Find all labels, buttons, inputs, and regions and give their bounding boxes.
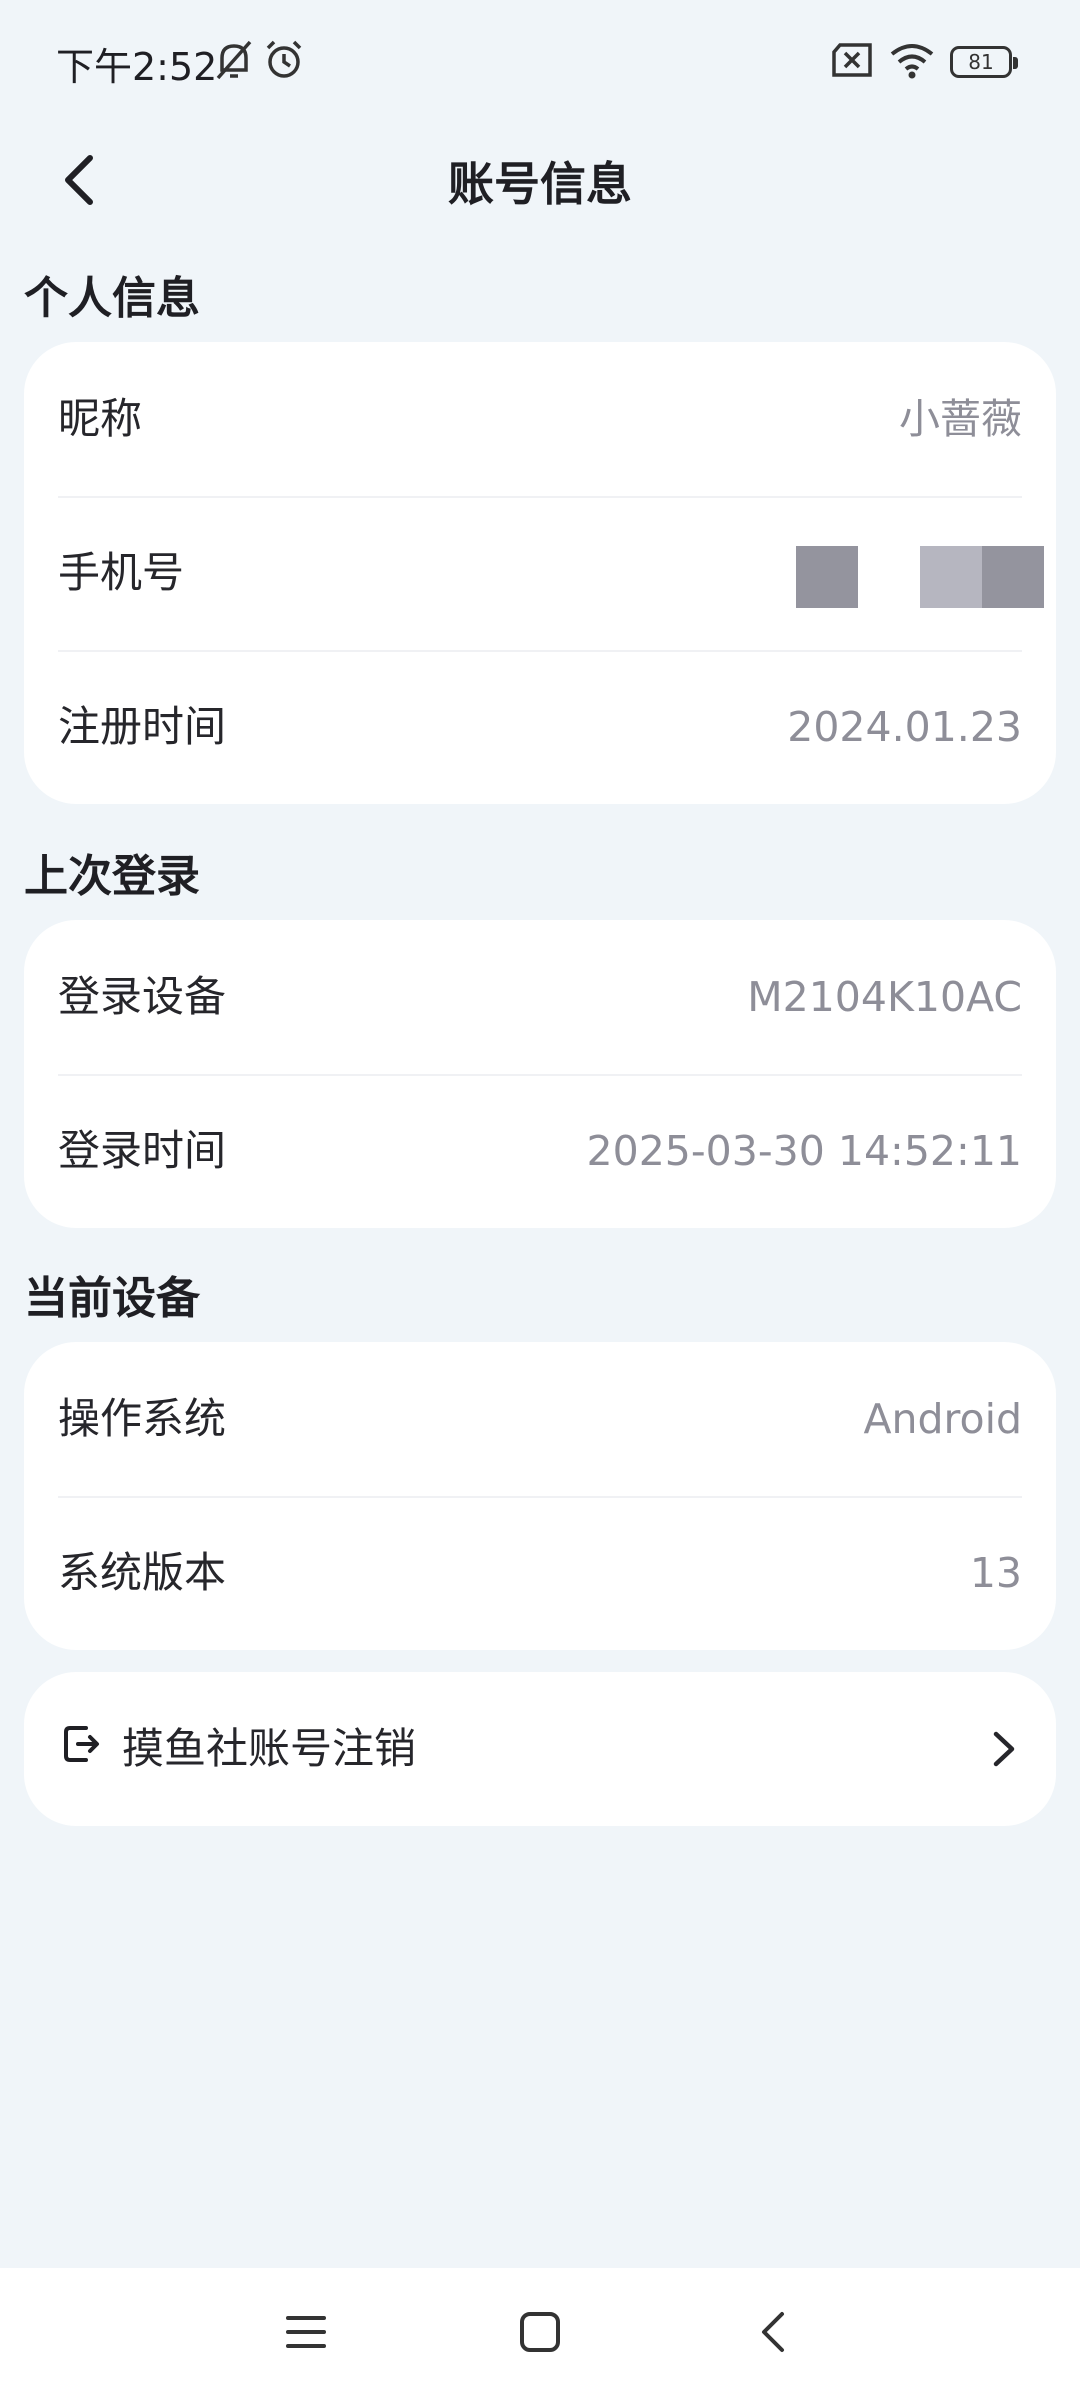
- wifi-icon: [888, 40, 936, 84]
- phone-label: 手机号: [58, 548, 185, 597]
- page-title: 账号信息: [448, 157, 632, 211]
- login-time-label: 登录时间: [58, 1126, 227, 1175]
- os-version-row: 系统版本 13: [24, 1496, 1056, 1650]
- current-device-card: 操作系统 Android 系统版本 13: [24, 1342, 1056, 1650]
- login-time-value: 2025-03-30 14:52:11: [586, 1127, 1022, 1175]
- personal-info-card: 昵称 小蔷薇 手机号 注册时间 2024.01.23: [24, 342, 1056, 804]
- back-icon[interactable]: [750, 2308, 798, 2360]
- os-value: Android: [863, 1395, 1022, 1443]
- os-label: 操作系统: [58, 1394, 227, 1443]
- account-deletion-label: 摸鱼社账号注销: [122, 1724, 417, 1773]
- os-version-value: 13: [969, 1549, 1022, 1597]
- login-device-label: 登录设备: [58, 972, 227, 1021]
- status-bar: 下午2:52 81: [0, 0, 1080, 120]
- login-time-row: 登录时间 2025-03-30 14:52:11: [24, 1074, 1056, 1228]
- nickname-value: 小蔷薇: [899, 395, 1022, 443]
- os-version-label: 系统版本: [58, 1548, 227, 1597]
- login-device-value: M2104K10AC: [747, 973, 1022, 1021]
- alarm-icon: [262, 38, 306, 86]
- last-login-card: 登录设备 M2104K10AC 登录时间 2025-03-30 14:52:11: [24, 920, 1056, 1228]
- battery-indicator: 81: [950, 46, 1018, 78]
- sim-x-icon: [830, 42, 874, 82]
- menu-icon[interactable]: [282, 2308, 330, 2360]
- bell-off-icon: [214, 38, 254, 86]
- register-time-row: 注册时间 2024.01.23: [24, 650, 1056, 804]
- section-title-current-device: 当前设备: [24, 1273, 200, 1324]
- register-time-value: 2024.01.23: [787, 703, 1022, 751]
- os-row: 操作系统 Android: [24, 1342, 1056, 1496]
- nickname-label: 昵称: [58, 394, 143, 443]
- register-time-label: 注册时间: [58, 702, 227, 751]
- phone-number-redacted: [796, 546, 1056, 608]
- login-device-row: 登录设备 M2104K10AC: [24, 920, 1056, 1074]
- status-time: 下午2:52: [56, 45, 218, 89]
- logout-icon: [62, 1722, 102, 1770]
- section-title-last-login: 上次登录: [24, 851, 200, 902]
- chevron-right-icon: [990, 1726, 1018, 1776]
- section-title-personal-info: 个人信息: [24, 273, 200, 324]
- account-deletion-button[interactable]: 摸鱼社账号注销: [24, 1672, 1056, 1826]
- home-icon[interactable]: [516, 2308, 564, 2360]
- phone-row[interactable]: 手机号: [24, 496, 1056, 650]
- system-nav-bar: [0, 2268, 1080, 2400]
- account-info-screen: 下午2:52 81 账号信息 个人信息 昵称 小蔷薇 手机号 注册时间 2024…: [0, 0, 1080, 2400]
- nickname-row[interactable]: 昵称 小蔷薇: [24, 342, 1056, 496]
